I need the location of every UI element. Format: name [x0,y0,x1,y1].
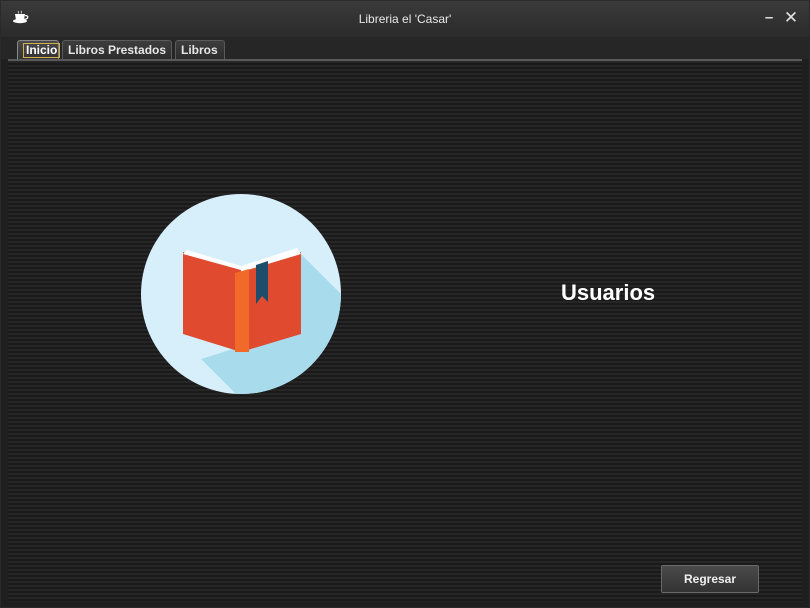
tab-bar: Inicio Libros Prestados Libros [1,37,809,59]
tab-inicio[interactable]: Inicio [17,40,61,59]
app-window: Libreria el 'Casar' – ✕ Inicio Libros Pr… [0,0,810,608]
tab-label: Libros [181,43,218,57]
tab-libros-prestados[interactable]: Libros Prestados [62,40,172,59]
tab-libros[interactable]: Libros [175,40,225,59]
window-title: Libreria el 'Casar' [358,12,452,26]
title-bar[interactable]: Libreria el 'Casar' – ✕ [1,1,809,37]
tab-label: Libros Prestados [68,43,167,57]
open-book-icon [141,194,341,394]
coffee-cup-icon [13,10,29,24]
tab-label: Inicio [23,43,61,58]
section-title: Usuarios [561,280,656,305]
close-button[interactable]: ✕ [782,9,800,27]
tab-content-panel: Usuarios Regresar [8,59,802,602]
regresar-button[interactable]: Regresar [661,565,759,593]
minimize-button[interactable]: – [760,9,778,27]
